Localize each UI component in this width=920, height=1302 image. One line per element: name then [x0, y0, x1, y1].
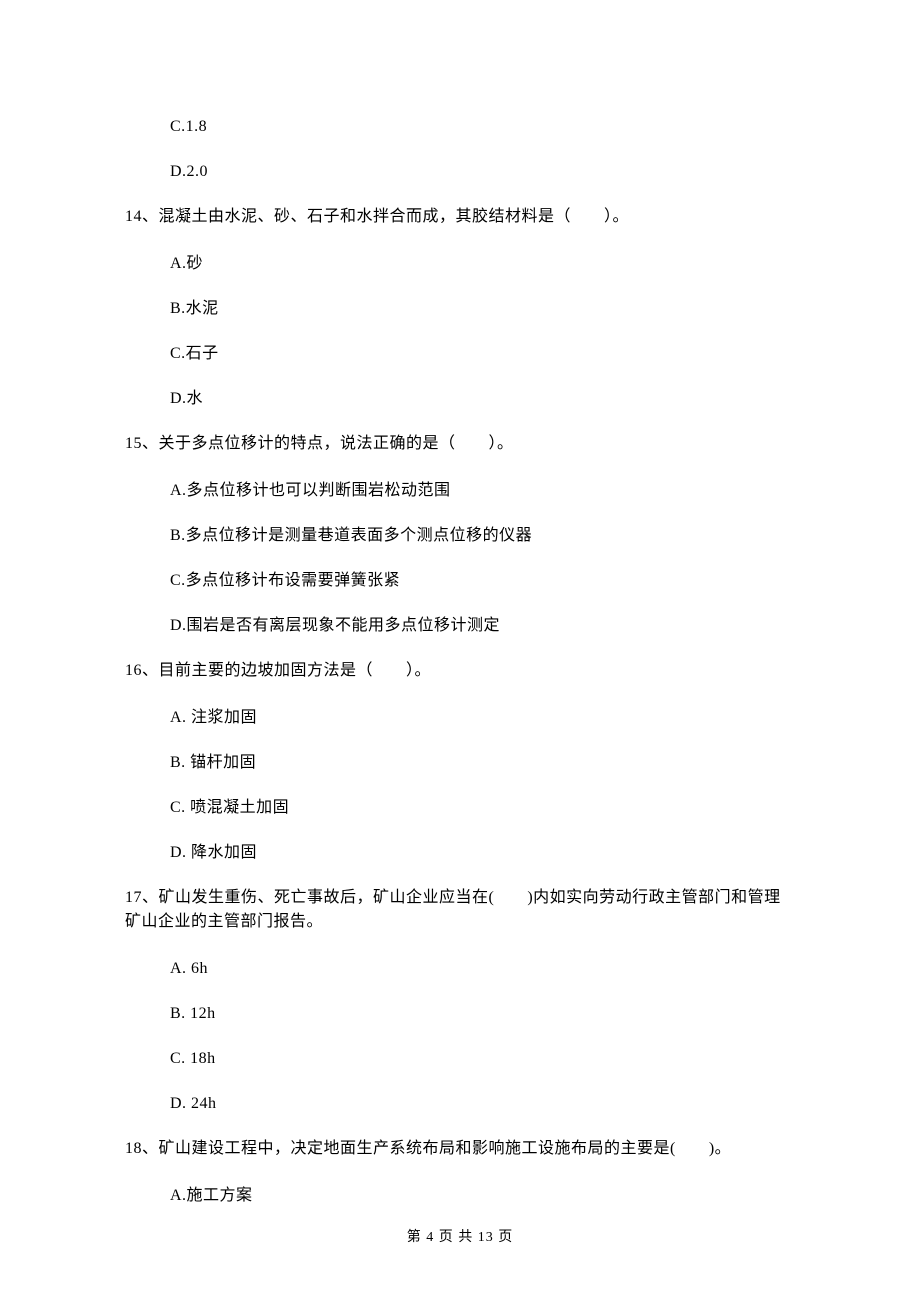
q17-option-a: A. 6h [170, 957, 795, 981]
q14-option-d: D.水 [170, 387, 795, 411]
page-footer: 第 4 页 共 13 页 [0, 1227, 920, 1248]
q18-option-a: A.施工方案 [170, 1184, 795, 1208]
q14-text: 14、混凝土由水泥、砂、石子和水拌合而成，其胶结材料是（ ）。 [125, 205, 795, 229]
q14-option-b: B.水泥 [170, 297, 795, 321]
q17-option-d: D. 24h [170, 1092, 795, 1116]
q16-option-c: C. 喷混凝土加固 [170, 796, 795, 820]
q17-option-b: B. 12h [170, 1002, 795, 1026]
q16-text: 16、目前主要的边坡加固方法是（ ）。 [125, 659, 795, 683]
q17-text: 17、矿山发生重伤、死亡事故后，矿山企业应当在( )内如实向劳动行政主管部门和管… [125, 886, 795, 934]
q14-option-a: A.砂 [170, 252, 795, 276]
q15-option-d: D.围岩是否有离层现象不能用多点位移计测定 [170, 614, 795, 638]
q16-option-a: A. 注浆加固 [170, 706, 795, 730]
q13-option-d: D.2.0 [170, 160, 795, 184]
q16-option-b: B. 锚杆加固 [170, 751, 795, 775]
q14-option-c: C.石子 [170, 342, 795, 366]
q13-option-c: C.1.8 [170, 115, 795, 139]
q18-text: 18、矿山建设工程中，决定地面生产系统布局和影响施工设施布局的主要是( )。 [125, 1137, 795, 1161]
q15-option-a: A.多点位移计也可以判断围岩松动范围 [170, 479, 795, 503]
q15-text: 15、关于多点位移计的特点，说法正确的是（ ）。 [125, 432, 795, 456]
q15-option-b: B.多点位移计是测量巷道表面多个测点位移的仪器 [170, 524, 795, 548]
page-content: C.1.8 D.2.0 14、混凝土由水泥、砂、石子和水拌合而成，其胶结材料是（… [0, 0, 920, 1208]
q15-option-c: C.多点位移计布设需要弹簧张紧 [170, 569, 795, 593]
q16-option-d: D. 降水加固 [170, 841, 795, 865]
q17-option-c: C. 18h [170, 1047, 795, 1071]
